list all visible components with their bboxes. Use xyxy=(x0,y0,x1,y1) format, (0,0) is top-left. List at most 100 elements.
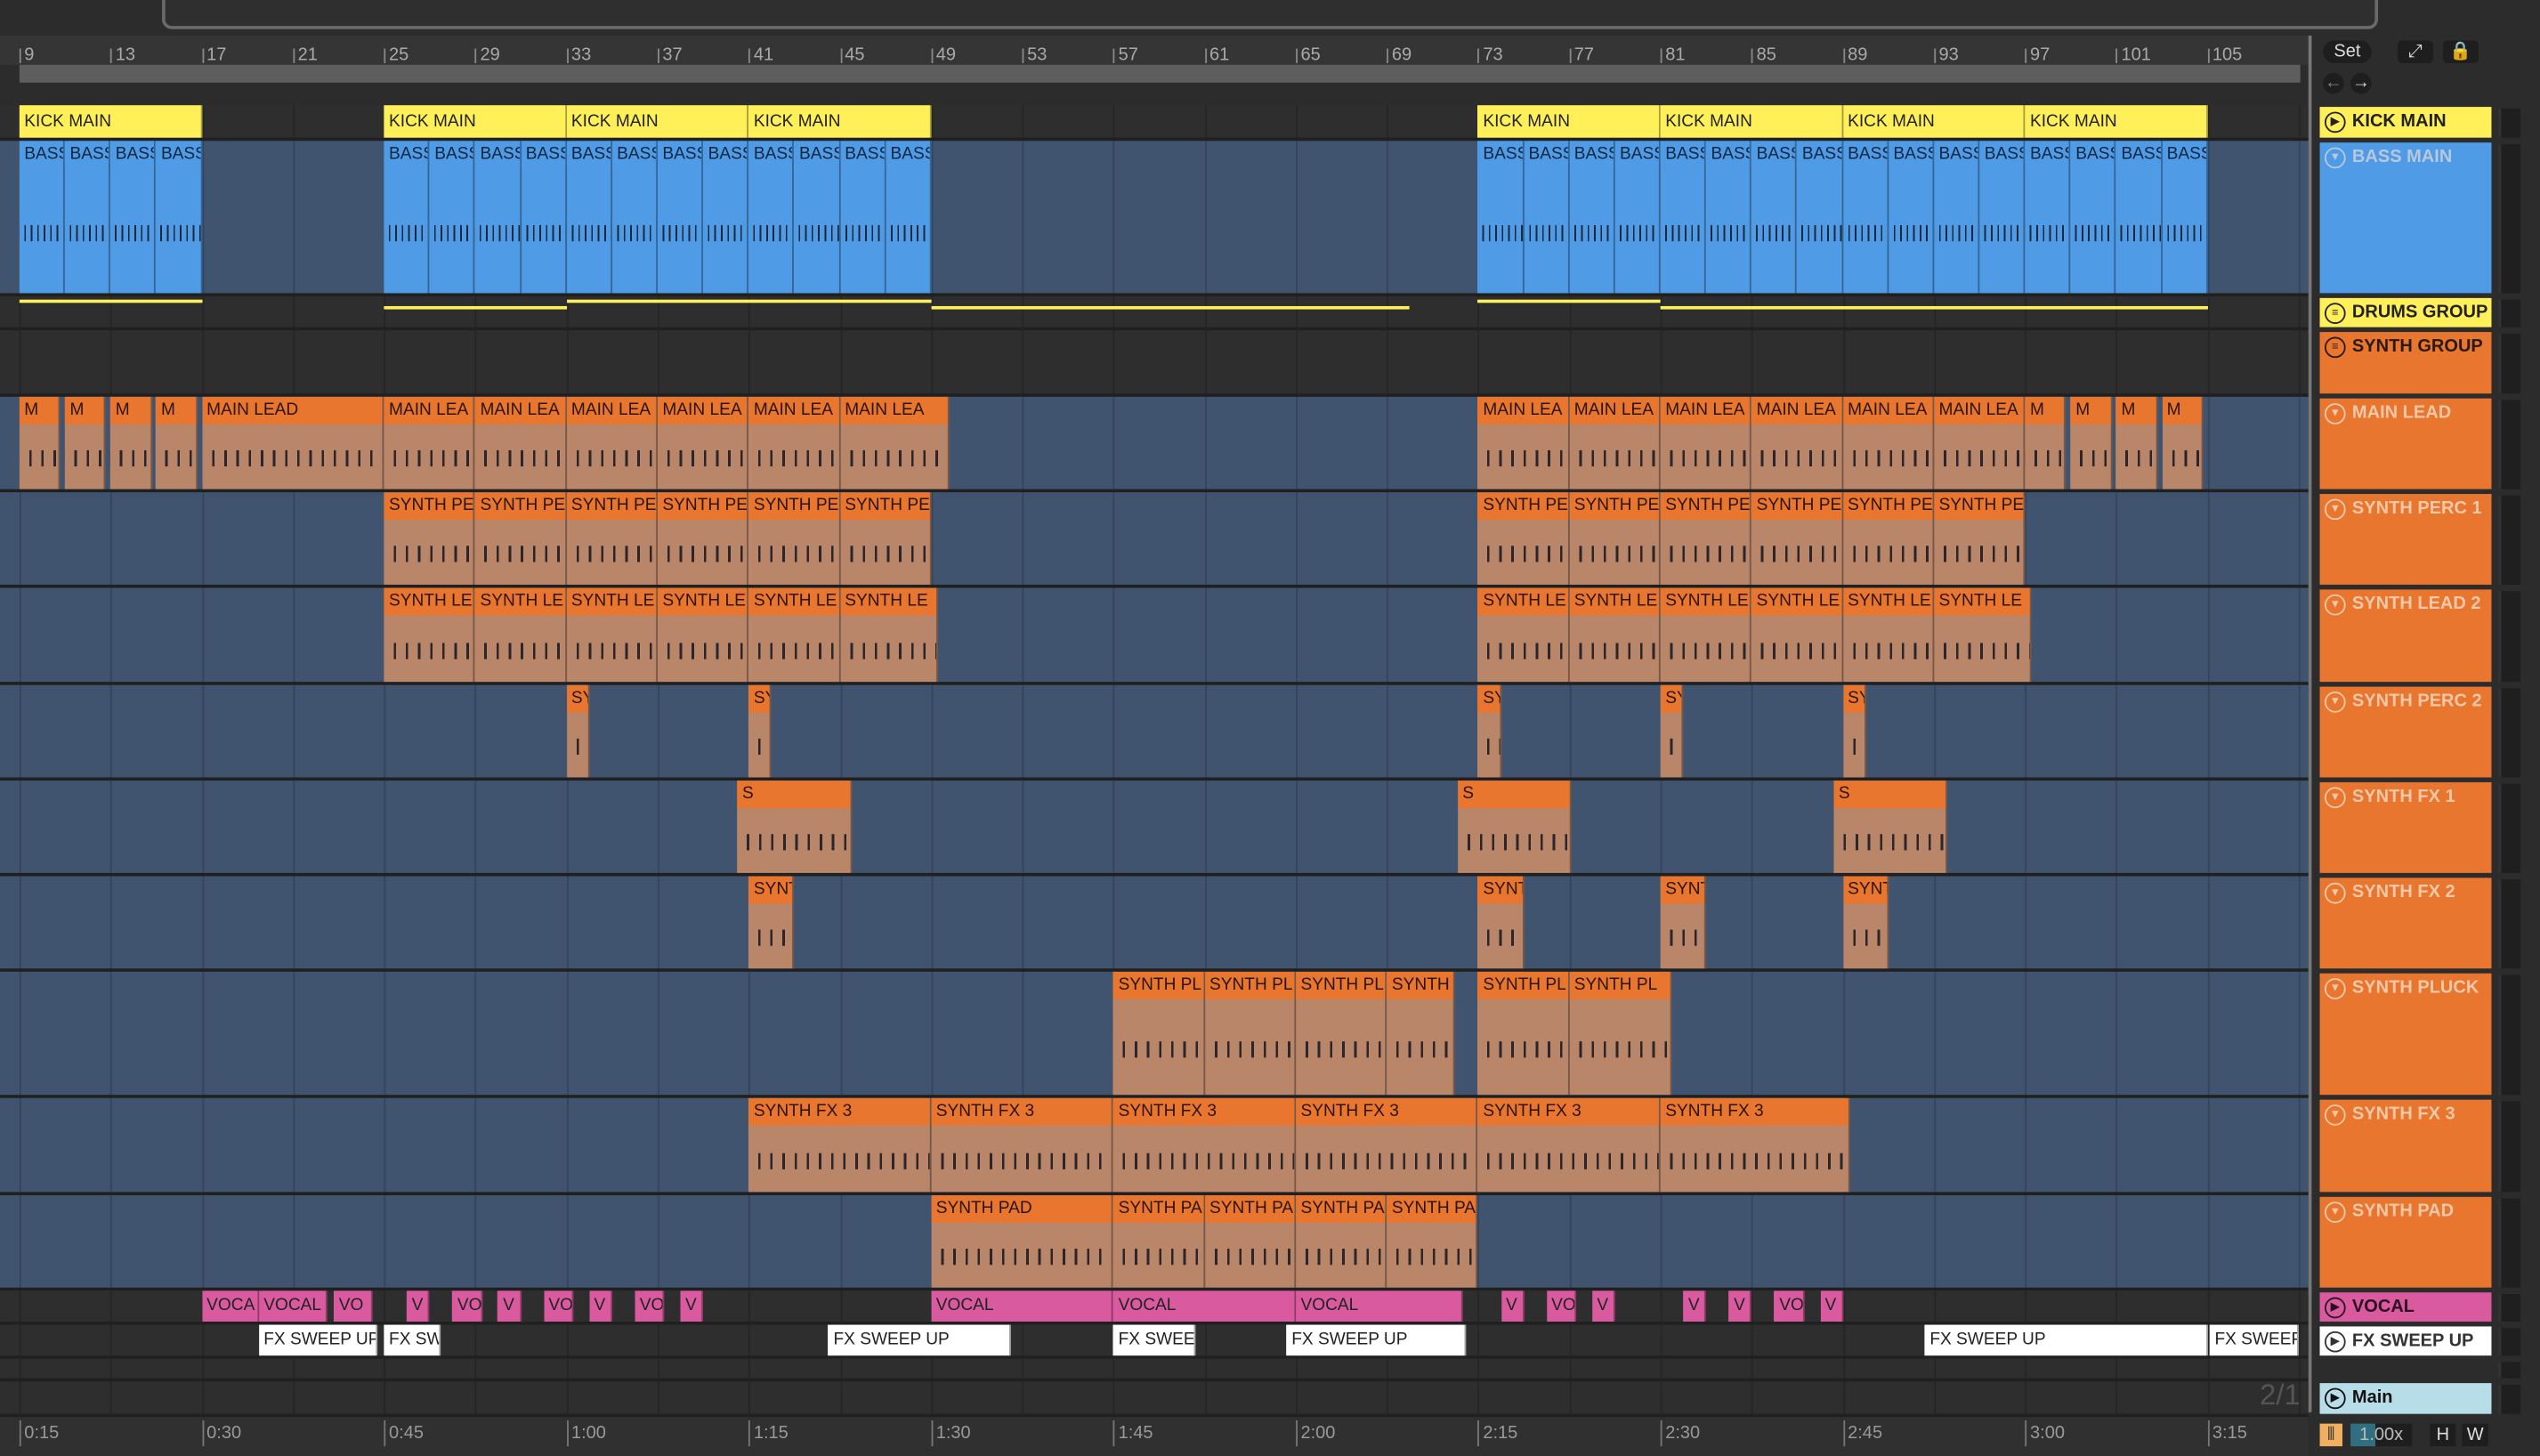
track-lane[interactable] xyxy=(0,296,2309,331)
follow-icon[interactable]: ⤢ xyxy=(2397,40,2433,63)
clip[interactable]: M xyxy=(2115,396,2158,489)
track-lane[interactable]: SYNT SYNT SYNT SYNT xyxy=(0,876,2309,972)
clip[interactable]: KICK MAIN xyxy=(19,105,202,138)
track-header-synth-perc-2[interactable]: ▼ SYNTH PERC 2 xyxy=(2319,686,2492,778)
clip[interactable]: BASS xyxy=(1979,141,2026,294)
clip[interactable]: KICK MAIN xyxy=(566,105,749,138)
clip[interactable]: MAIN LEAD xyxy=(201,396,384,489)
track-lane[interactable]: BASSBASSBASSBASSBASSBASSBASSBASSBASSBASS… xyxy=(0,141,2309,297)
clip[interactable]: BASS xyxy=(703,141,749,294)
track-header-synth-group[interactable]: ≡ SYNTH GROUP xyxy=(2319,332,2492,394)
lock-icon[interactable]: 🔒 xyxy=(2442,40,2479,63)
fold-triangle-icon[interactable]: ▼ xyxy=(2324,787,2346,809)
track-header-synth-perc-1[interactable]: ▼ SYNTH PERC 1 xyxy=(2319,494,2492,585)
clip[interactable]: SYNTH FX 3 xyxy=(748,1097,932,1193)
fold-triangle-icon[interactable]: ▼ xyxy=(2324,594,2346,616)
clip[interactable]: BASS xyxy=(521,141,567,294)
loop-brace[interactable] xyxy=(19,64,2301,83)
clip[interactable]: MAIN LEA xyxy=(1569,396,1661,489)
play-icon[interactable]: ▶ xyxy=(2324,1387,2346,1410)
arrangement-overview[interactable] xyxy=(162,0,2379,29)
play-icon[interactable]: ▶ xyxy=(2324,111,2346,133)
clip[interactable]: KICK MAIN xyxy=(1477,105,1661,138)
clip[interactable]: SYNTH PAD xyxy=(931,1195,1114,1288)
clip[interactable]: SYNT xyxy=(1842,876,1889,969)
clip[interactable]: BASS xyxy=(794,141,840,294)
clip[interactable]: SYNTH PE xyxy=(1842,492,1935,585)
clip[interactable]: M xyxy=(19,396,61,489)
track-header-synth-lead-2[interactable]: ▼ SYNTH LEAD 2 xyxy=(2319,589,2492,683)
clip[interactable]: SYNTH PL xyxy=(1204,971,1296,1096)
clip[interactable]: SYNTH FX 3 xyxy=(1295,1097,1478,1193)
clip[interactable]: SYNTH PL xyxy=(1569,971,1672,1096)
clip[interactable]: SYNTH PE xyxy=(1751,492,1843,585)
track-header-fx-sweep-up[interactable]: ▶ FX SWEEP UP xyxy=(2319,1326,2492,1356)
clip[interactable]: SYNTH PA xyxy=(1295,1195,1387,1288)
clip[interactable]: BASS xyxy=(657,141,704,294)
clip[interactable]: FX SWEEP UP xyxy=(829,1324,1011,1356)
play-icon[interactable]: ▶ xyxy=(2324,1297,2346,1319)
clip[interactable]: BASS xyxy=(19,141,66,294)
track-lane[interactable]: SYNTH PL SYNTH PL SYNTH PL SYNTH SYNTH PL SYN… xyxy=(0,971,2309,1098)
clip[interactable]: BASS xyxy=(2070,141,2116,294)
clip[interactable]: FX SWEEP UP xyxy=(1286,1324,1468,1356)
clip[interactable]: V xyxy=(407,1290,430,1322)
clip[interactable]: SYNTH LE xyxy=(1477,587,1570,683)
clip[interactable]: SYNTH LE xyxy=(748,587,840,683)
clip[interactable]: BASS xyxy=(384,141,430,294)
group-icon[interactable]: ≡ xyxy=(2324,303,2346,324)
clip[interactable]: SYNTH LE xyxy=(1842,587,1935,683)
track-lane[interactable]: SYNTH PE SYNTH PE SYNTH PE SYNTH PE SYNTH PE… xyxy=(0,492,2309,588)
clip[interactable]: SYNTH LE xyxy=(839,587,938,683)
bar-ruler[interactable]: 9 13 17 21 25 29 33 37 41 45 49 53 57 61 65 69 73 77 81 85 8… xyxy=(0,36,2309,65)
clip[interactable]: KICK MAIN xyxy=(1842,105,2026,138)
track-lane[interactable]: SYNTH PAD SYNTH PA SYNTH PA SYNTH PA SYNTH P… xyxy=(0,1195,2309,1291)
forward-arrow-icon[interactable]: → xyxy=(2350,72,2372,94)
play-icon[interactable]: ▶ xyxy=(2324,1331,2346,1353)
clip[interactable]: BASS xyxy=(2025,141,2071,294)
fold-triangle-icon[interactable]: ▼ xyxy=(2324,692,2346,713)
clip[interactable]: SY xyxy=(566,684,590,778)
clip[interactable]: SYNTH PE xyxy=(1660,492,1752,585)
fold-triangle-icon[interactable]: ▼ xyxy=(2324,403,2346,425)
fold-triangle-icon[interactable]: ▼ xyxy=(2324,978,2346,999)
time-ruler[interactable]: 0:15 0:30 0:45 1:00 1:15 1:30 1:45 2:00 2:15 2:30… xyxy=(0,1417,2309,1456)
clip[interactable]: SY xyxy=(748,684,772,778)
clip[interactable]: SYNTH PE xyxy=(475,492,567,585)
back-arrow-icon[interactable]: ← xyxy=(2323,72,2344,94)
clip[interactable]: VO xyxy=(334,1290,373,1322)
clip[interactable]: SYNTH FX 3 xyxy=(1660,1097,1850,1193)
clip[interactable]: KICK MAIN xyxy=(384,105,567,138)
clip[interactable]: SYNTH PE xyxy=(566,492,658,585)
clip[interactable]: BASS xyxy=(1842,141,1889,294)
track-lane[interactable]: M M M M MAIN LEAD MAIN LEA MAIN LEA MAIN LEA MAI… xyxy=(0,396,2309,493)
clip[interactable]: SYNTH LE xyxy=(1751,587,1843,683)
clip[interactable]: V xyxy=(589,1290,612,1322)
clip[interactable]: SYNTH PE xyxy=(839,492,932,585)
clip[interactable]: VO xyxy=(543,1290,574,1322)
fold-triangle-icon[interactable]: ▼ xyxy=(2324,882,2346,904)
track-header-synth-pluck[interactable]: ▼ SYNTH PLUCK xyxy=(2319,973,2492,1096)
clip[interactable]: FX SWEEP UP xyxy=(1924,1324,2208,1356)
clip[interactable]: BASS xyxy=(611,141,658,294)
clip[interactable]: M xyxy=(110,396,152,489)
clip[interactable]: VO xyxy=(1774,1290,1805,1322)
clip[interactable]: S xyxy=(1457,781,1572,873)
clip[interactable]: VOCAL xyxy=(1295,1290,1462,1322)
clip[interactable]: VO xyxy=(635,1290,665,1322)
track-lane[interactable]: SSS xyxy=(0,781,2309,877)
clip[interactable]: FX SW xyxy=(384,1324,441,1356)
clip[interactable]: M xyxy=(2162,396,2204,489)
clip[interactable]: M xyxy=(2070,396,2112,489)
fit-width-button[interactable]: W xyxy=(2462,1423,2488,1447)
clip[interactable]: BASS xyxy=(65,141,111,294)
fold-triangle-icon[interactable]: ▼ xyxy=(2324,1104,2346,1126)
clip[interactable]: SYNTH PA xyxy=(1113,1195,1205,1288)
clip[interactable]: SY xyxy=(1842,684,1866,778)
clip[interactable]: MAIN LEA xyxy=(657,396,749,489)
clip[interactable]: SYNTH PE xyxy=(1934,492,2026,585)
clip[interactable]: FX SWEE xyxy=(1113,1324,1196,1356)
clip[interactable]: SYNTH LE xyxy=(657,587,749,683)
clip[interactable]: V xyxy=(1501,1290,1525,1322)
track-header-main[interactable]: ▶ Main xyxy=(2319,1383,2492,1414)
